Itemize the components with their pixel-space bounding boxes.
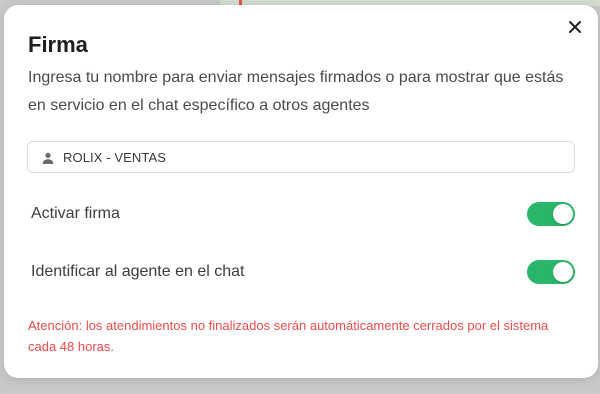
signature-modal: Firma Ingresa tu nombre para enviar mens… (4, 5, 598, 378)
close-icon[interactable] (566, 18, 584, 36)
toggle-knob (553, 262, 573, 282)
activate-signature-toggle[interactable] (527, 202, 575, 226)
modal-title: Firma (28, 32, 88, 57)
modal-description: Ingresa tu nombre para enviar mensajes f… (28, 69, 564, 114)
toggle-knob (553, 204, 573, 224)
identify-agent-toggle[interactable] (527, 260, 575, 284)
activate-signature-label: Activar firma (31, 205, 120, 222)
identify-agent-row: Identificar al agente en el chat (31, 257, 575, 287)
signature-name-value: ROLIX - VENTAS (63, 149, 167, 165)
warning-message: Atención: los atendimientos no finalizad… (28, 318, 549, 354)
activate-signature-row: Activar firma (31, 199, 575, 229)
user-icon (42, 151, 54, 164)
identify-agent-label: Identificar al agente en el chat (31, 263, 245, 280)
signature-name-field[interactable]: ROLIX - VENTAS (27, 141, 575, 173)
